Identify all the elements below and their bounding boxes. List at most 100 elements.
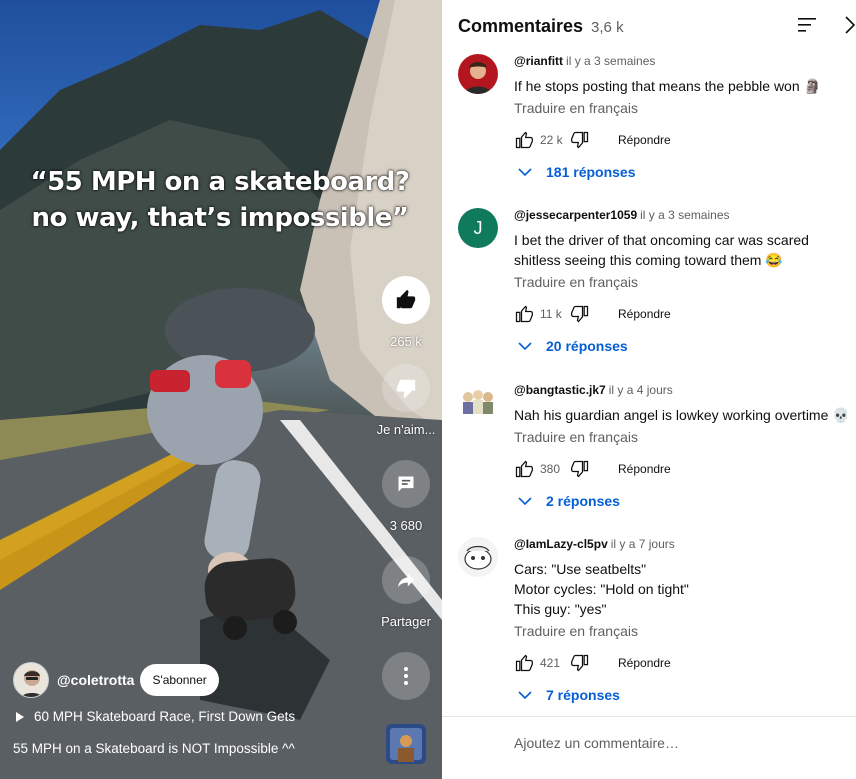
- comments-header: Commentaires 3,6 k: [458, 16, 624, 37]
- share-button[interactable]: [382, 556, 430, 604]
- comment-text-line: Cars: "Use seatbelts": [514, 561, 647, 577]
- thumbnail-image-icon: [386, 724, 426, 764]
- comment-meta: @IamLazy-cl5pv il y a 7 jours: [514, 537, 854, 553]
- add-comment-input[interactable]: Ajoutez un commentaire…: [514, 735, 679, 751]
- replies-count: 20 réponses: [546, 338, 628, 354]
- comment-like-count: 380: [540, 462, 561, 476]
- dislike-label: Je n'aim...: [376, 422, 436, 437]
- video-title[interactable]: 55 MPH on a Skateboard is NOT Impossible…: [13, 741, 295, 756]
- comment-author[interactable]: @rianfitt: [514, 54, 563, 68]
- more-vert-icon: [404, 667, 408, 685]
- reply-button[interactable]: Répondre: [618, 133, 671, 147]
- comments-panel: Commentaires 3,6 k @rianfitt il y a 3 se…: [442, 0, 856, 779]
- comments-action[interactable]: 3 680: [382, 460, 430, 533]
- comments-title: Commentaires: [458, 16, 584, 36]
- replies-count: 7 réponses: [546, 687, 620, 703]
- channel-name[interactable]: @coletrotta: [57, 672, 134, 688]
- video-caption: “55 MPH on a skateboard? no way, that’s …: [20, 164, 420, 236]
- chevron-down-icon: [518, 497, 532, 506]
- view-replies-button[interactable]: 20 réponses: [518, 338, 628, 354]
- person-avatar-icon: [458, 54, 498, 94]
- video-player[interactable]: “55 MPH on a skateboard? no way, that’s …: [0, 0, 442, 779]
- comment-avatar[interactable]: [458, 383, 498, 423]
- translate-link[interactable]: Traduire en français: [514, 623, 854, 639]
- share-action[interactable]: Partager: [381, 556, 431, 629]
- comment-body: @IamLazy-cl5pv il y a 7 jours Cars: "Use …: [514, 537, 854, 639]
- channel-avatar[interactable]: [13, 662, 49, 698]
- chevron-right-icon[interactable]: [842, 14, 856, 36]
- comment-text: Nah his guardian angel is lowkey working…: [514, 407, 850, 423]
- comment-author[interactable]: @IamLazy-cl5pv: [514, 537, 608, 551]
- thumb-down-icon[interactable]: [570, 653, 590, 673]
- comment-body: @bangtastic.jk7 il y a 4 jours Nah his gu…: [514, 383, 854, 445]
- view-replies-button[interactable]: 7 réponses: [518, 687, 620, 703]
- like-button[interactable]: [382, 276, 430, 324]
- comment-text: Cars: "Use seatbelts" Motor cycles: "Hol…: [514, 559, 854, 619]
- comment-actions: 380 Répondre: [514, 457, 671, 481]
- chevron-down-icon: [518, 342, 532, 351]
- more-options-button[interactable]: [382, 652, 430, 700]
- translate-link[interactable]: Traduire en français: [514, 429, 854, 445]
- comment-icon: [398, 476, 414, 492]
- sound-thumbnail[interactable]: [386, 724, 426, 764]
- reply-button[interactable]: Répondre: [618, 656, 671, 670]
- comments-total: 3,6 k: [591, 19, 624, 36]
- shorts-page: “55 MPH on a skateboard? no way, that’s …: [0, 0, 856, 779]
- comment-text: I bet the driver of that oncoming car wa…: [514, 232, 809, 268]
- share-icon: [397, 573, 415, 588]
- thumb-down-icon[interactable]: [570, 304, 590, 324]
- translate-link[interactable]: Traduire en français: [514, 100, 854, 116]
- subscribe-button[interactable]: S'abonner: [140, 664, 219, 696]
- comment-text-line: Motor cycles: "Hold on tight": [514, 581, 689, 597]
- thumb-down-icon[interactable]: [570, 130, 590, 150]
- comment-time: il y a 3 semaines: [640, 208, 730, 222]
- comment-actions: 421 Répondre: [514, 651, 671, 675]
- comment-text: If he stops posting that means the pebbl…: [514, 78, 821, 94]
- translate-link[interactable]: Traduire en français: [514, 274, 854, 290]
- comment-time: il y a 7 jours: [610, 537, 675, 551]
- comments-button[interactable]: [382, 460, 430, 508]
- like-count: 265 k: [390, 334, 422, 349]
- avatar-letter: J: [473, 217, 483, 238]
- comment-avatar[interactable]: [458, 537, 498, 577]
- thumb-up-icon[interactable]: [514, 653, 534, 673]
- caption-line-1: “55 MPH on a skateboard?: [30, 167, 411, 197]
- comment-meta: @jessecarpenter1059 il y a 3 semaines: [514, 208, 854, 224]
- thumb-down-icon[interactable]: [570, 459, 590, 479]
- thumb-up-icon: [396, 289, 416, 309]
- person-avatar-icon: [14, 663, 48, 697]
- share-label: Partager: [381, 614, 431, 629]
- comment-avatar[interactable]: J: [458, 208, 498, 248]
- comment-time: il y a 3 semaines: [566, 54, 656, 68]
- playlist-link[interactable]: 60 MPH Skateboard Race, First Down Gets: [16, 709, 295, 724]
- thumb-down-icon: [396, 379, 416, 399]
- view-replies-button[interactable]: 2 réponses: [518, 493, 620, 509]
- thumb-up-icon[interactable]: [514, 130, 534, 150]
- comment-author[interactable]: @bangtastic.jk7: [514, 383, 606, 397]
- comment-like-count: 11 k: [540, 307, 562, 321]
- comment-meta: @bangtastic.jk7 il y a 4 jours: [514, 383, 854, 399]
- thumb-up-icon[interactable]: [514, 304, 534, 324]
- replies-count: 2 réponses: [546, 493, 620, 509]
- dislike-action[interactable]: Je n'aim...: [377, 364, 435, 437]
- chevron-down-icon: [518, 168, 532, 177]
- like-action[interactable]: 265 k: [382, 276, 430, 349]
- add-comment-bar[interactable]: Ajoutez un commentaire…: [442, 716, 856, 779]
- comment-text-line: This guy: "yes": [514, 601, 607, 617]
- caption-line-2: no way, that’s impossible”: [31, 203, 409, 233]
- comment-avatar[interactable]: [458, 54, 498, 94]
- thumb-up-icon[interactable]: [514, 459, 534, 479]
- sort-icon[interactable]: [796, 16, 818, 34]
- comment-author[interactable]: @jessecarpenter1059: [514, 208, 637, 222]
- comment-body: @rianfitt il y a 3 semaines If he stops p…: [514, 54, 854, 116]
- comments-count: 3 680: [389, 518, 423, 533]
- dislike-button[interactable]: [382, 364, 430, 412]
- comment-meta: @rianfitt il y a 3 semaines: [514, 54, 854, 70]
- reply-button[interactable]: Répondre: [618, 307, 671, 321]
- comment-body: @jessecarpenter1059 il y a 3 semaines I b…: [514, 208, 854, 290]
- comment-like-count: 22 k: [540, 133, 563, 147]
- view-replies-button[interactable]: 181 réponses: [518, 164, 636, 180]
- reply-button[interactable]: Répondre: [618, 462, 671, 476]
- more-action[interactable]: [382, 652, 430, 700]
- channel-row: @coletrotta S'abonner: [13, 662, 219, 698]
